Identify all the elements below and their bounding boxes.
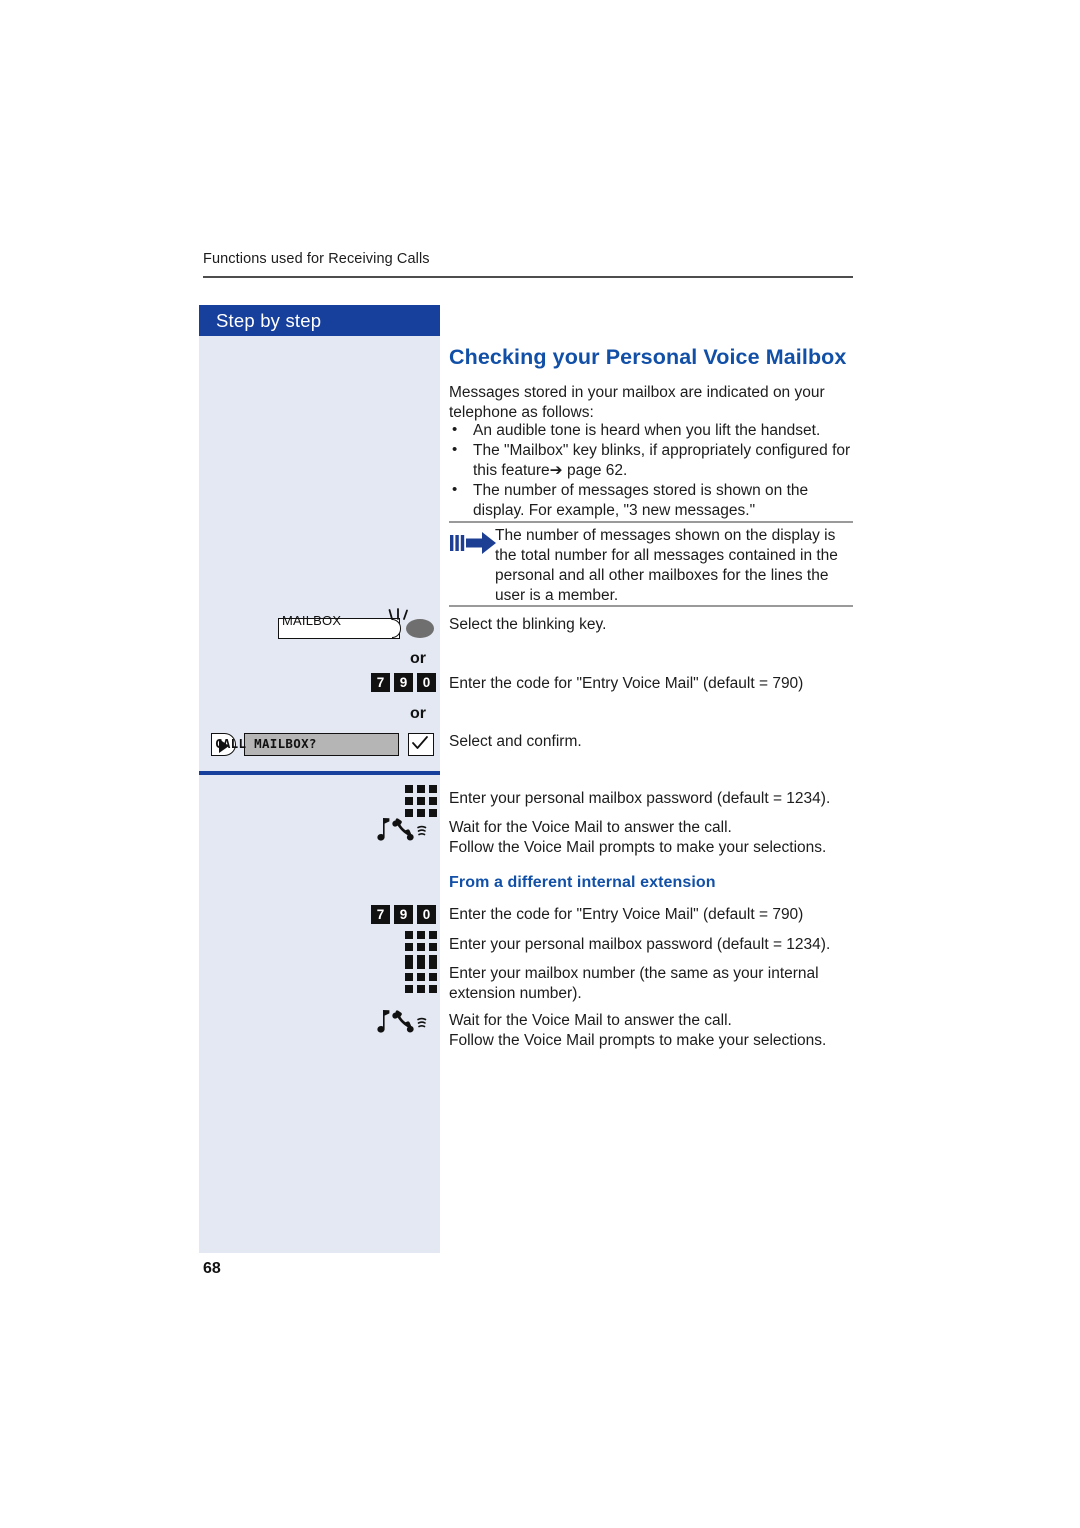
page-title: Checking your Personal Voice Mailbox (449, 345, 847, 369)
document-page: Functions used for Receiving Calls Step … (0, 0, 1080, 1528)
list-item: The number of messages stored is shown o… (449, 480, 853, 521)
list-item: The "Mailbox" key blinks, if appropriate… (449, 440, 853, 481)
confirm-button[interactable] (408, 733, 434, 756)
digit-key-group-1[interactable]: 7 9 0 (371, 673, 436, 692)
digit-key-group-2[interactable]: 7 9 0 (371, 905, 436, 924)
softkey-row-call-mailbox[interactable]: CALL MAILBOX? (211, 733, 436, 757)
page-number: 68 (203, 1260, 221, 1277)
blue-arrow-note-icon (450, 532, 496, 554)
intro-paragraph: Messages stored in your mailbox are indi… (449, 384, 825, 421)
blinking-led-icon (388, 608, 408, 620)
or-separator-1: or (410, 650, 426, 667)
subheading-different-extension: From a different internal extension (449, 874, 716, 891)
step-wait-for-voicemail-1: Wait for the Voice Mail to answer the ca… (449, 818, 853, 858)
indicator-bullet-list: An audible tone is heard when you lift t… (449, 420, 853, 521)
handset-ringing-icon (377, 818, 427, 841)
sidebar-header-label: Step by step (216, 310, 322, 331)
step-by-step-sidebar: Step by step MAILBOX or 7 9 0 or CALL MA… (199, 305, 440, 1253)
step-select-blinking-key: Select the blinking key. (449, 616, 607, 633)
digit-key-9[interactable]: 9 (394, 673, 413, 692)
checkmark-icon (412, 736, 428, 749)
header-rule (203, 276, 853, 278)
step-enter-code-1: Enter the code for "Entry Voice Mail" (d… (449, 675, 804, 692)
step-enter-password-1: Enter your personal mailbox password (de… (449, 790, 831, 807)
digit-key-7[interactable]: 7 (371, 673, 390, 692)
keypad-icon[interactable] (405, 961, 437, 993)
follow-line-1: Follow the Voice Mail prompts to make yo… (449, 839, 827, 856)
handset-ringing-icon (377, 1010, 427, 1033)
step-wait-for-voicemail-2: Wait for the Voice Mail to answer the ca… (449, 1011, 853, 1051)
or-separator-2: or (410, 705, 426, 722)
digit-key-0[interactable]: 0 (417, 905, 436, 924)
step-enter-code-2: Enter the code for "Entry Voice Mail" (d… (449, 906, 804, 923)
step-select-and-confirm: Select and confirm. (449, 733, 582, 750)
follow-line-2: Follow the Voice Mail prompts to make yo… (449, 1032, 827, 1049)
step-enter-mailbox-number: Enter your mailbox number (the same as y… (449, 965, 819, 1002)
step-enter-password-2: Enter your personal mailbox password (de… (449, 936, 831, 953)
digit-key-9[interactable]: 9 (394, 905, 413, 924)
keypad-icon[interactable] (405, 785, 437, 817)
list-item: An audible tone is heard when you lift t… (449, 420, 853, 441)
note-text: The number of messages shown on the disp… (495, 527, 838, 604)
wait-line-1: Wait for the Voice Mail to answer the ca… (449, 819, 732, 836)
digit-key-7[interactable]: 7 (371, 905, 390, 924)
digit-key-0[interactable]: 0 (417, 673, 436, 692)
phone-display-text: CALL MAILBOX? (215, 736, 317, 751)
note-rule-top (449, 521, 853, 523)
note-rule-bottom (449, 605, 853, 607)
mailbox-key-label: MAILBOX (282, 613, 342, 628)
mailbox-key-graphic[interactable]: MAILBOX (278, 608, 434, 640)
note-box: The number of messages shown on the disp… (449, 521, 853, 607)
sidebar-section-divider (199, 771, 440, 775)
running-header: Functions used for Receiving Calls (203, 251, 430, 267)
wait-line-2: Wait for the Voice Mail to answer the ca… (449, 1012, 732, 1029)
keypad-icon[interactable] (405, 931, 437, 963)
